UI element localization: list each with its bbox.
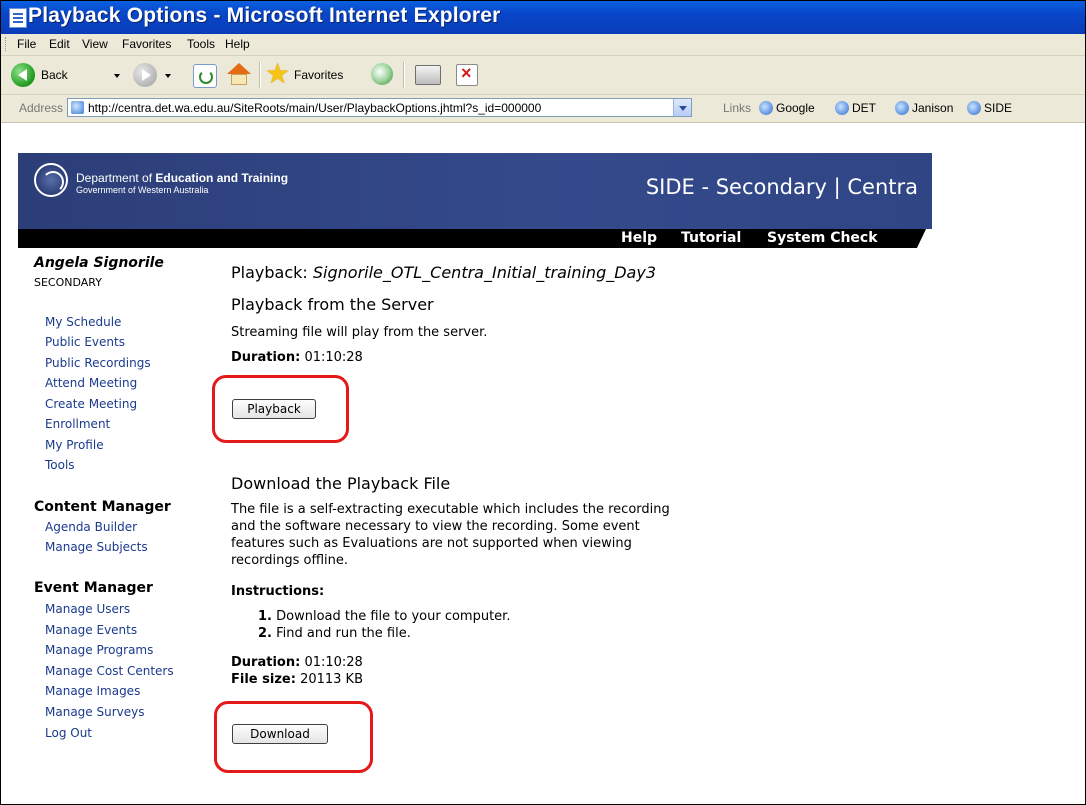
department-subtitle: Government of Western Australia [76, 185, 209, 195]
window-title: Playback Options - Microsoft Internet Ex… [28, 4, 501, 27]
download-duration: Duration: 01:10:28 [231, 655, 363, 670]
address-bar: Address http://centra.det.wa.edu.au/Site… [1, 95, 1085, 123]
favorites-star-icon[interactable]: ★ [265, 60, 290, 88]
page-icon [9, 8, 27, 28]
menu-help[interactable]: Help [225, 37, 250, 51]
menu-view[interactable]: View [82, 37, 108, 51]
ie-page-icon [895, 101, 909, 115]
user-role: SECONDARY [34, 276, 102, 289]
download-section-title: Download the Playback File [231, 474, 451, 493]
top-nav: Help Tutorial System Check [18, 229, 926, 248]
site-header: Department of Education and Training Gov… [18, 153, 932, 229]
address-label: Address [19, 101, 64, 115]
ie-page-icon [835, 101, 849, 115]
print-icon[interactable] [415, 65, 441, 85]
sidebar-item-manage-users[interactable]: Manage Users [45, 602, 130, 616]
sidebar-item-my-profile[interactable]: My Profile [45, 438, 104, 452]
refresh-icon[interactable] [193, 64, 217, 88]
ie-page-icon [759, 101, 773, 115]
link-janison[interactable]: Janison [895, 101, 953, 115]
sidebar-item-public-recordings[interactable]: Public Recordings [45, 356, 151, 370]
site-title: SIDE - Secondary | Centra [645, 175, 918, 199]
window-title-bar[interactable]: Playback Options - Microsoft Internet Ex… [1, 1, 1085, 34]
menu-tools[interactable]: Tools [187, 37, 215, 51]
download-description: The file is a self-extracting executable… [231, 502, 670, 568]
instruction-step-1: 1. Download the file to your computer. [258, 609, 511, 624]
download-file-size: File size: 20113 KB [231, 672, 363, 687]
forward-dropdown-icon[interactable] [165, 74, 171, 78]
sidebar-item-agenda-builder[interactable]: Agenda Builder [45, 520, 137, 534]
back-icon[interactable] [11, 63, 35, 87]
nav-system-check[interactable]: System Check [767, 230, 878, 246]
department-name: Department of Education and Training [76, 171, 289, 185]
menu-favorites[interactable]: Favorites [122, 37, 171, 51]
event-manager-heading: Event Manager [34, 580, 153, 596]
link-google[interactable]: Google [759, 101, 815, 115]
page-favicon-icon [71, 101, 84, 114]
playback-heading: Playback: Signorile_OTL_Centra_Initial_t… [231, 263, 656, 282]
content-manager-heading: Content Manager [34, 499, 171, 515]
menu-grip [5, 37, 8, 51]
sidebar-item-tools[interactable]: Tools [45, 458, 75, 472]
sidebar-item-manage-surveys[interactable]: Manage Surveys [45, 705, 144, 719]
media-icon[interactable] [371, 63, 393, 85]
ie-page-icon [967, 101, 981, 115]
favorites-button-label[interactable]: Favorites [294, 68, 343, 82]
stop-icon[interactable] [456, 63, 478, 86]
playback-button[interactable]: Playback [232, 399, 316, 419]
download-button[interactable]: Download [232, 724, 328, 744]
address-dropdown-icon[interactable] [673, 99, 691, 116]
sidebar-item-attend-meeting[interactable]: Attend Meeting [45, 376, 137, 390]
server-section-title: Playback from the Server [231, 295, 434, 314]
instruction-step-2: 2. Find and run the file. [258, 626, 411, 641]
sidebar-item-enrollment[interactable]: Enrollment [45, 417, 110, 431]
wa-government-logo [34, 163, 68, 197]
address-url[interactable]: http://centra.det.wa.edu.au/SiteRoots/ma… [88, 101, 541, 115]
nav-help[interactable]: Help [621, 230, 657, 246]
back-button-label[interactable]: Back [41, 68, 68, 82]
sidebar-item-log-out[interactable]: Log Out [45, 726, 92, 740]
menu-file[interactable]: File [17, 37, 36, 51]
link-det[interactable]: DET [835, 101, 876, 115]
server-duration: Duration: 01:10:28 [231, 350, 363, 365]
sidebar-item-my-schedule[interactable]: My Schedule [45, 315, 121, 329]
back-dropdown-icon[interactable] [114, 74, 120, 78]
instructions-label: Instructions: [231, 584, 325, 599]
sidebar-item-manage-subjects[interactable]: Manage Subjects [45, 540, 148, 554]
home-icon[interactable] [227, 63, 251, 85]
forward-icon[interactable] [133, 63, 157, 87]
user-name: Angela Signorile [34, 255, 164, 271]
sidebar-item-manage-programs[interactable]: Manage Programs [45, 643, 153, 657]
menu-bar: File Edit View Favorites Tools Help [1, 34, 1085, 56]
toolbar: Back ★ Favorites [1, 56, 1085, 95]
page-content: Department of Education and Training Gov… [1, 123, 1085, 804]
server-description: Streaming file will play from the server… [231, 325, 488, 340]
links-label: Links [723, 101, 752, 115]
sidebar-item-create-meeting[interactable]: Create Meeting [45, 397, 137, 411]
sidebar-item-manage-events[interactable]: Manage Events [45, 623, 137, 637]
sidebar-item-public-events[interactable]: Public Events [45, 335, 125, 349]
menu-edit[interactable]: Edit [49, 37, 70, 51]
nav-tutorial[interactable]: Tutorial [681, 230, 741, 246]
link-side[interactable]: SIDE [967, 101, 1012, 115]
sidebar-item-manage-cost-centers[interactable]: Manage Cost Centers [45, 664, 174, 678]
address-input[interactable]: http://centra.det.wa.edu.au/SiteRoots/ma… [67, 98, 692, 117]
recording-name: Signorile_OTL_Centra_Initial_training_Da… [312, 263, 656, 282]
sidebar-item-manage-images[interactable]: Manage Images [45, 684, 140, 698]
